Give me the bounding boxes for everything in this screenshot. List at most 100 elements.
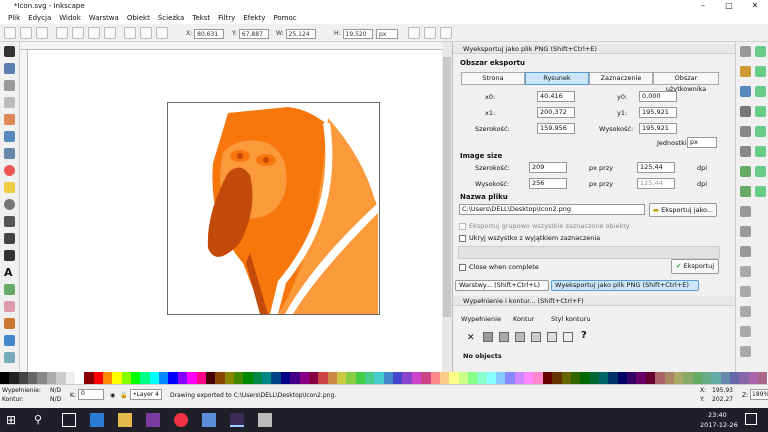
palette-swatch[interactable] <box>346 372 356 384</box>
flat-color-icon[interactable] <box>483 332 493 342</box>
menu-edit[interactable]: Edycja <box>24 14 55 22</box>
tweak-tool-icon[interactable] <box>4 80 15 91</box>
palette-swatch[interactable] <box>140 372 150 384</box>
palette-swatch[interactable] <box>561 372 571 384</box>
clock-time[interactable]: 23:40 <box>708 411 727 419</box>
palette-swatch[interactable] <box>467 372 478 384</box>
palette-swatch[interactable] <box>664 372 674 384</box>
palette-swatch[interactable] <box>196 372 206 384</box>
windows-start-icon[interactable]: ⊞ <box>6 413 20 427</box>
deselect-icon[interactable] <box>36 27 48 39</box>
dropper-tool-icon[interactable] <box>4 352 15 363</box>
mesh-gradient-icon[interactable] <box>531 332 541 342</box>
palette-swatch[interactable] <box>243 372 253 384</box>
palette-swatch[interactable] <box>617 372 628 384</box>
hide-except-checkbox[interactable] <box>459 235 466 242</box>
width-field[interactable]: W: 25,124 <box>276 28 316 39</box>
palette-swatch[interactable] <box>383 372 394 384</box>
menu-text[interactable]: Tekst <box>188 14 214 22</box>
pinned-app-icon[interactable] <box>258 413 272 427</box>
x0-field[interactable]: 40,416 <box>537 91 575 102</box>
pattern-icon[interactable] <box>547 332 557 342</box>
node-tool-icon[interactable] <box>4 63 15 74</box>
palette-swatch[interactable] <box>570 372 581 384</box>
tab-layers-docked[interactable]: Warstwy... (Shift+Ctrl+L) <box>455 280 549 291</box>
palette-swatch[interactable] <box>673 372 684 384</box>
tab-custom[interactable]: Obszar użytkownika <box>653 72 719 93</box>
snap-nodes-icon[interactable] <box>755 86 766 97</box>
palette-swatch[interactable] <box>542 372 553 384</box>
dpi-x-field[interactable]: 125,44 <box>637 162 675 173</box>
unset-paint-icon[interactable]: ? <box>581 330 587 341</box>
search-icon[interactable]: ⚲ <box>34 413 48 427</box>
store-icon[interactable] <box>202 413 216 427</box>
palette-swatch[interactable] <box>112 372 122 384</box>
height-field[interactable]: H: 19,520 <box>334 28 373 39</box>
palette-swatch[interactable] <box>365 372 375 384</box>
spray-tool-icon[interactable] <box>4 284 15 295</box>
cut-icon[interactable] <box>740 226 751 237</box>
palette-swatch[interactable] <box>46 372 57 384</box>
palette-swatch[interactable] <box>430 372 440 384</box>
palette-swatch[interactable] <box>730 372 740 384</box>
palette-swatch[interactable] <box>318 372 328 384</box>
rotate-cw-icon[interactable] <box>72 27 84 39</box>
export-icon[interactable] <box>740 146 751 157</box>
maximize-button[interactable]: □ <box>718 0 740 12</box>
area-width-field[interactable]: 159,956 <box>537 123 575 134</box>
tab-stroke-style[interactable]: Styl konturu <box>551 315 590 323</box>
selector-tool-icon[interactable] <box>4 46 15 57</box>
y-coordinate[interactable]: Y: 67,887 <box>232 28 269 39</box>
opacity-field[interactable]: 0 <box>78 389 104 400</box>
palette-swatch[interactable] <box>308 372 319 384</box>
palette-swatch[interactable] <box>449 372 459 384</box>
move-gradients-icon[interactable] <box>440 27 452 39</box>
palette-swatch[interactable] <box>252 372 263 384</box>
palette-swatch[interactable] <box>205 372 216 384</box>
image-height-field[interactable]: 256 <box>529 178 567 189</box>
swatch-icon[interactable] <box>563 332 573 342</box>
edge-icon[interactable] <box>90 413 104 427</box>
palette-swatch[interactable] <box>711 372 721 384</box>
file-explorer-icon[interactable] <box>118 413 132 427</box>
menu-view[interactable]: Widok <box>55 14 85 22</box>
lower-bottom-icon[interactable] <box>124 27 136 39</box>
palette-swatch[interactable] <box>271 372 281 384</box>
layer-lock-icon[interactable]: 🔓 <box>120 392 127 399</box>
chrome-icon[interactable] <box>174 413 188 427</box>
palette-swatch[interactable] <box>411 372 422 384</box>
raise-icon[interactable] <box>156 27 168 39</box>
tab-selection[interactable]: Zaznaczenie <box>589 72 653 85</box>
palette-swatch[interactable] <box>496 372 506 384</box>
export-as-button[interactable]: ▬ Eksportuj jako... <box>649 203 717 217</box>
current-layer-select[interactable]: •Layer 4 <box>130 389 162 400</box>
pen-tool-icon[interactable] <box>4 233 15 244</box>
palette-swatch[interactable] <box>168 372 178 384</box>
snap-guide-icon[interactable] <box>755 186 766 197</box>
palette-swatch[interactable] <box>589 372 599 384</box>
measure-tool-icon[interactable] <box>4 114 15 125</box>
tab-drawing[interactable]: Rysunek <box>525 72 589 85</box>
palette-swatch[interactable] <box>505 372 515 384</box>
palette-swatch[interactable] <box>599 372 609 384</box>
inkscape-taskbar-icon[interactable] <box>230 413 244 427</box>
palette-swatch[interactable] <box>692 372 702 384</box>
flip-vertical-icon[interactable] <box>104 27 116 39</box>
rotate-ccw-icon[interactable] <box>56 27 68 39</box>
tab-stroke-paint[interactable]: Kontur <box>513 315 534 323</box>
clock-date[interactable]: 2017-12-26 <box>700 421 738 429</box>
duplicate-icon[interactable] <box>740 326 751 337</box>
scrollbar-thumb[interactable] <box>443 57 451 317</box>
tab-export-docked[interactable]: Wyeksportuj jako plik PNG (Shift+Ctrl+E) <box>551 280 699 291</box>
onenote-icon[interactable] <box>146 413 160 427</box>
palette-swatch[interactable] <box>177 372 188 384</box>
undo-icon[interactable] <box>740 166 751 177</box>
palette-swatch[interactable] <box>336 372 347 384</box>
palette-swatch[interactable] <box>355 372 366 384</box>
zoom-drawing-icon[interactable] <box>740 286 751 297</box>
palette-swatch[interactable] <box>93 372 103 384</box>
no-paint-icon[interactable]: ✕ <box>467 333 475 343</box>
close-button[interactable]: ✕ <box>744 0 766 12</box>
monkey-illustration[interactable] <box>168 103 379 314</box>
palette-swatch[interactable] <box>533 372 543 384</box>
